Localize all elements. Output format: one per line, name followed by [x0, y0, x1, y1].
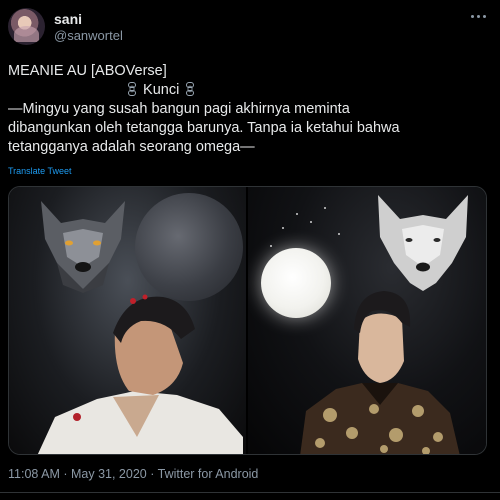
media-photo-left[interactable]: [9, 187, 246, 454]
star: [296, 213, 298, 215]
tweet-text: MEANIE AU [ABOVerse] Kunci —Mingyu yang …: [8, 62, 488, 157]
divider: [0, 492, 500, 493]
moon-image: [135, 193, 243, 301]
chain-link-icon: [183, 82, 197, 96]
person-image: [37, 294, 243, 454]
star: [282, 227, 284, 229]
avatar[interactable]: [8, 8, 45, 45]
translate-tweet-link[interactable]: Translate Tweet: [8, 166, 72, 176]
wolf-image: [41, 201, 125, 293]
star: [338, 233, 340, 235]
meta-separator: ·: [59, 467, 71, 481]
star: [270, 245, 272, 247]
tweet-line: —Mingyu yang susah bangun pagi akhirnya …: [8, 101, 350, 117]
star: [310, 221, 312, 223]
tweet-client[interactable]: Twitter for Android: [158, 467, 259, 481]
meta-separator: ·: [146, 467, 158, 481]
author-handle[interactable]: @sanwortel: [54, 28, 123, 43]
star: [324, 207, 326, 209]
more-horizontal-icon[interactable]: [470, 12, 488, 22]
tweet-media[interactable]: [8, 186, 487, 455]
white-wolf-image: [378, 195, 468, 291]
person-image: [300, 291, 460, 454]
tweet-kunci-label: Kunci: [143, 82, 180, 98]
tweet-line-kunci: Kunci: [8, 81, 488, 100]
tweet-date[interactable]: May 31, 2020: [71, 467, 147, 481]
tweet-header: sani @sanwortel: [8, 8, 492, 48]
tweet-time[interactable]: 11:08 AM: [8, 467, 60, 481]
tweet-line: dibangunkan oleh tetangga barunya. Tanpa…: [8, 120, 400, 136]
media-photo-right[interactable]: [248, 187, 486, 454]
tweet-metadata: 11:08 AM · May 31, 2020 · Twitter for An…: [8, 467, 258, 481]
tweet-line: tetangganya adalah seorang omega—: [8, 139, 255, 155]
chain-link-icon: [125, 82, 139, 96]
author-display-name[interactable]: sani: [54, 11, 82, 27]
tweet-line-title: MEANIE AU [ABOVerse]: [8, 63, 167, 79]
